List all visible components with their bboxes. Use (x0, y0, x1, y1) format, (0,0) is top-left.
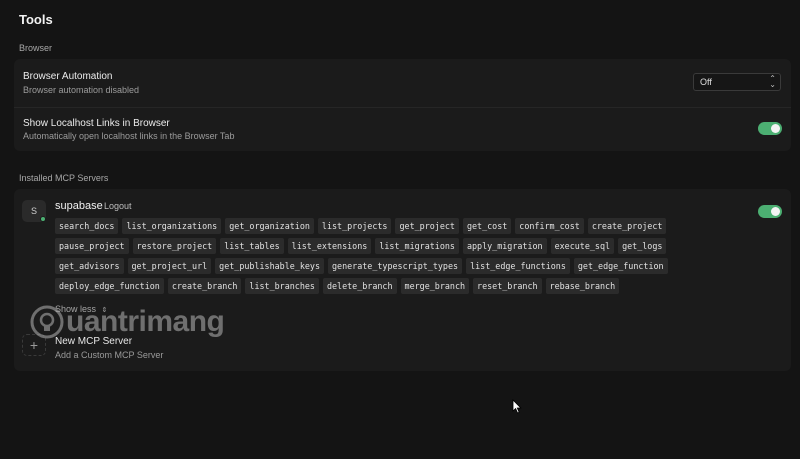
tool-chip[interactable]: search_docs (55, 218, 119, 234)
browser-automation-select-value: Off (700, 77, 712, 87)
mouse-pointer-icon (512, 399, 522, 414)
show-less-label: Show less (55, 304, 97, 314)
tool-chip[interactable]: get_advisors (55, 258, 124, 274)
browser-automation-description: Browser automation disabled (23, 85, 140, 95)
tool-chip[interactable]: get_project (395, 218, 459, 234)
tool-chip[interactable]: get_organization (225, 218, 314, 234)
tool-chip[interactable]: get_publishable_keys (215, 258, 324, 274)
new-mcp-server-description: Add a Custom MCP Server (55, 350, 164, 360)
tool-chip[interactable]: list_organizations (122, 218, 222, 234)
section-label-mcp: Installed MCP Servers (19, 173, 109, 183)
localhost-links-title: Show Localhost Links in Browser (23, 118, 170, 129)
tool-chip[interactable]: deploy_edge_function (55, 278, 164, 294)
tool-chip[interactable]: create_project (587, 218, 667, 234)
tool-chip[interactable]: confirm_cost (515, 218, 584, 234)
page-title: Tools (19, 12, 53, 27)
tool-chip[interactable]: list_migrations (375, 238, 459, 254)
tool-chip[interactable]: merge_branch (400, 278, 470, 294)
localhost-links-description: Automatically open localhost links in th… (23, 131, 235, 141)
tool-chip[interactable]: apply_migration (462, 238, 547, 254)
tool-chip[interactable]: reset_branch (473, 278, 542, 294)
browser-settings-card: Browser Automation Browser automation di… (14, 59, 791, 151)
tool-chip[interactable]: execute_sql (550, 238, 615, 254)
browser-automation-row: Browser Automation Browser automation di… (23, 71, 139, 95)
tool-chip[interactable]: get_logs (618, 238, 667, 254)
tool-chip[interactable]: list_extensions (287, 238, 372, 254)
server-status-dot (40, 216, 46, 222)
tool-chip[interactable]: pause_project (55, 238, 129, 254)
browser-automation-title: Browser Automation (23, 71, 113, 82)
tool-chip[interactable]: get_project_url (127, 258, 212, 274)
tool-list: search_docs list_organizations get_organiz… (55, 218, 695, 294)
show-less-button[interactable]: Show less ⇕ (55, 304, 107, 314)
logout-button[interactable]: Logout (104, 201, 132, 211)
plus-icon[interactable]: + (22, 334, 46, 356)
chevron-up-down-icon: ⌃ ⌄ (769, 74, 776, 89)
server-name: supabase (55, 200, 103, 212)
localhost-links-toggle[interactable] (758, 122, 782, 135)
tool-chip[interactable]: list_tables (220, 238, 284, 254)
tool-chip[interactable]: get_cost (462, 218, 512, 234)
divider (14, 107, 791, 108)
localhost-links-row: Show Localhost Links in Browser Automati… (23, 118, 234, 141)
tool-chip[interactable]: generate_typescript_types (328, 258, 463, 274)
tool-chip[interactable]: get_edge_function (573, 258, 668, 274)
tool-chip[interactable]: list_branches (245, 278, 319, 294)
tool-chip[interactable]: list_edge_functions (466, 258, 570, 274)
new-mcp-server-button[interactable]: New MCP Server (55, 336, 132, 347)
tool-chip[interactable]: restore_project (132, 238, 217, 254)
tool-chip[interactable]: create_branch (167, 278, 242, 294)
tool-chip[interactable]: rebase_branch (545, 278, 620, 294)
server-enabled-toggle[interactable] (758, 205, 782, 218)
browser-automation-select[interactable]: Off ⌃ ⌄ (693, 73, 781, 91)
toggle-knob (771, 124, 780, 133)
chevron-up-down-icon: ⇕ (101, 307, 108, 314)
tool-chip[interactable]: list_projects (317, 218, 392, 234)
toggle-knob (771, 207, 780, 216)
section-label-browser: Browser (19, 43, 53, 53)
tool-chip[interactable]: delete_branch (322, 278, 397, 294)
